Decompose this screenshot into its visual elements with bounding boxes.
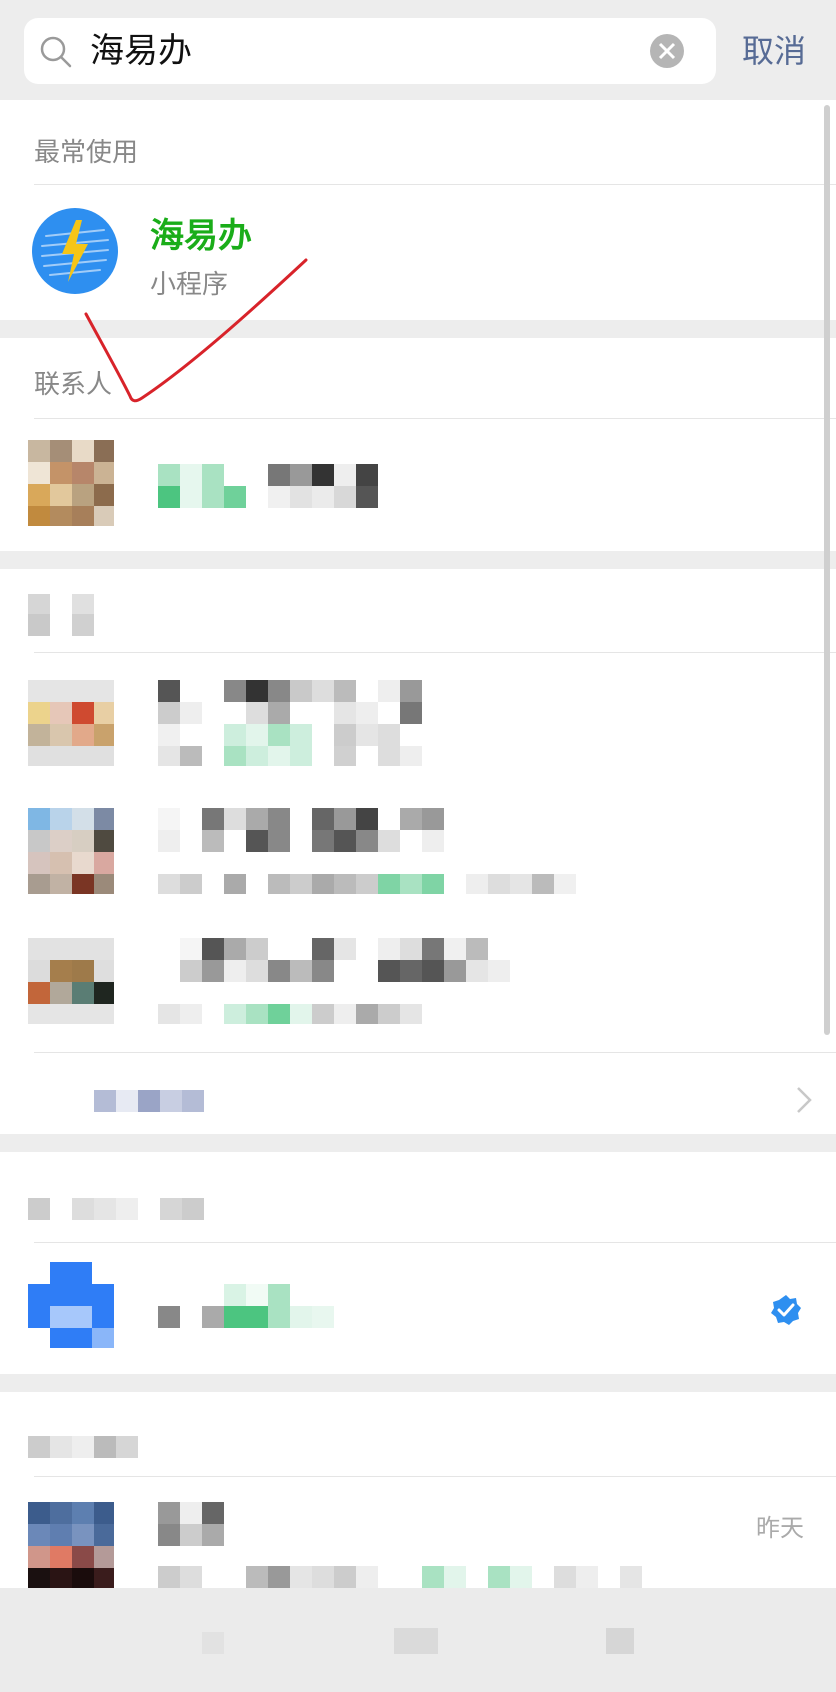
section-header-contacts: 联系人 [34, 370, 113, 400]
mini-program-name: 海易办 [150, 216, 252, 256]
mini-program-type: 小程序 [150, 270, 229, 300]
contacts-section [0, 338, 836, 551]
avatar [28, 680, 114, 766]
scrollbar[interactable] [824, 105, 830, 1035]
section-header-frequent: 最常使用 [34, 138, 139, 168]
bottom-bar [0, 1588, 836, 1692]
search-input[interactable]: 海易办 [90, 28, 192, 74]
tab-icon[interactable] [202, 1632, 224, 1654]
divider [34, 1242, 836, 1243]
avatar [28, 1262, 114, 1348]
divider [34, 1052, 836, 1053]
search-field[interactable]: 海易办 [24, 18, 716, 84]
avatar [28, 808, 114, 894]
tab-icon[interactable] [394, 1628, 438, 1654]
divider [34, 418, 836, 419]
chat-time: 昨天 [756, 1514, 804, 1542]
verified-badge-icon [771, 1295, 801, 1325]
tab-icon[interactable] [606, 1628, 634, 1654]
chevron-right-icon [797, 1087, 812, 1113]
chat-history-section [0, 1392, 836, 1588]
cancel-button[interactable]: 取消 [742, 28, 806, 74]
search-bar: 海易办 取消 [0, 0, 836, 100]
avatar [28, 938, 114, 1024]
avatar [28, 440, 114, 526]
divider [34, 652, 836, 653]
divider [34, 184, 836, 185]
official-accounts-section [0, 1152, 836, 1374]
avatar [28, 1502, 114, 1588]
groups-section [0, 569, 836, 1134]
divider [34, 1476, 836, 1477]
search-icon [40, 36, 72, 68]
clear-icon[interactable] [648, 32, 686, 70]
mini-program-logo-icon [32, 208, 118, 294]
